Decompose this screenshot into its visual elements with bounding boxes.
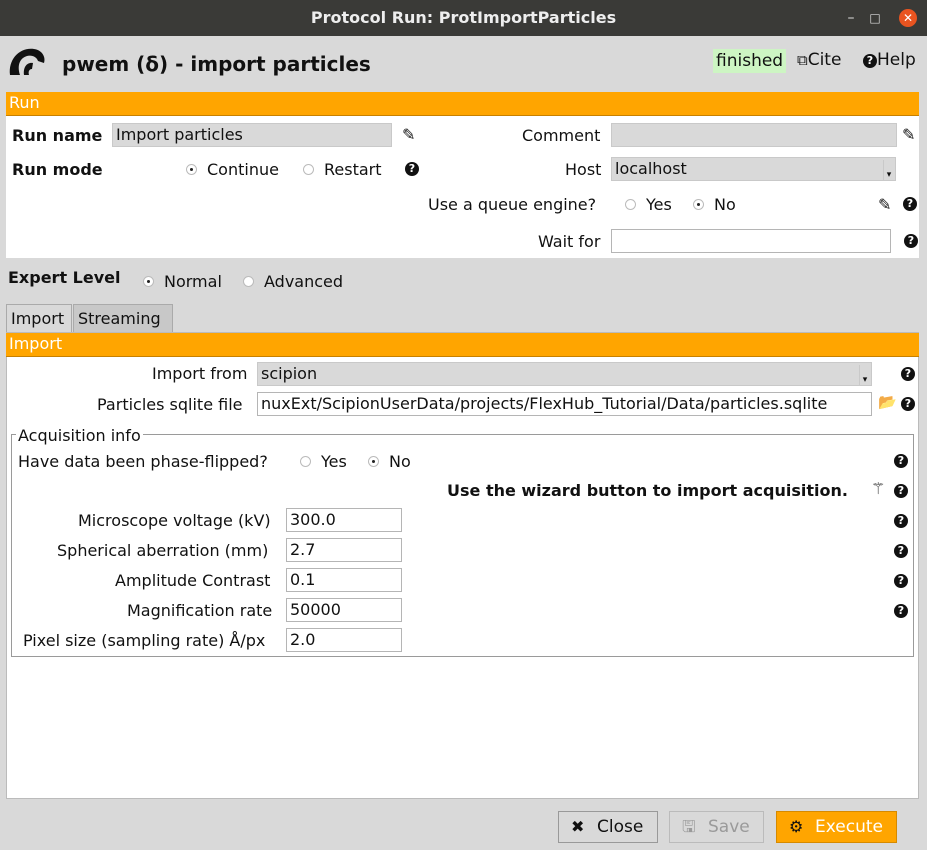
spherical-aberration-input[interactable]: 2.7 <box>286 538 402 562</box>
magnification-label: Magnification rate <box>127 601 273 620</box>
gears-icon: ⚙ <box>789 817 804 836</box>
minimize-icon[interactable]: – <box>842 9 860 27</box>
edit-run-name-icon[interactable]: ✎ <box>402 125 415 144</box>
amplitude-contrast-label: Amplitude Contrast <box>115 571 271 590</box>
host-label: Host <box>565 160 602 179</box>
phase-flipped-no-radio[interactable] <box>368 456 379 467</box>
wait-for-input[interactable] <box>611 229 891 253</box>
sqlite-help-icon[interactable]: ? <box>901 397 915 411</box>
queue-no-label: No <box>714 195 736 214</box>
magnification-input[interactable]: 50000 <box>286 598 402 622</box>
window-title: Protocol Run: ProtImportParticles <box>310 8 617 27</box>
import-section-title: Import <box>9 334 63 353</box>
import-from-dropdown-icon[interactable]: ▾ <box>859 365 870 385</box>
wait-for-label: Wait for <box>538 232 601 251</box>
sqlite-file-input[interactable]: nuxExt/ScipionUserData/projects/FlexHub_… <box>257 392 872 416</box>
voltage-input[interactable]: 300.0 <box>286 508 402 532</box>
run-mode-label: Run mode <box>12 160 103 179</box>
phase-flipped-no-label: No <box>389 452 411 471</box>
tab-import[interactable]: Import <box>6 304 72 332</box>
phase-flipped-yes-label: Yes <box>321 452 347 471</box>
amplitude-contrast-help-icon[interactable]: ? <box>894 574 908 588</box>
pixel-size-input[interactable]: 2.0 <box>286 628 402 652</box>
voltage-label: Microscope voltage (kV) <box>78 511 271 530</box>
protocol-header: pwem (δ) - import particles finished ⧉Ci… <box>0 36 927 90</box>
protocol-title: pwem (δ) - import particles <box>62 52 371 76</box>
queue-yes-radio[interactable] <box>625 199 636 210</box>
phase-flipped-yes-radio[interactable] <box>300 456 311 467</box>
run-mode-restart-radio[interactable] <box>303 164 314 175</box>
external-link-icon: ⧉ <box>797 51 808 69</box>
run-mode-help-icon[interactable]: ? <box>405 162 419 176</box>
tab-streaming-label: Streaming <box>78 309 161 328</box>
comment-label: Comment <box>522 126 601 145</box>
import-from-select[interactable]: scipion <box>257 362 872 386</box>
import-from-help-icon[interactable]: ? <box>901 367 915 381</box>
save-button[interactable]: 🖫 Save <box>669 811 764 843</box>
edit-queue-icon[interactable]: ✎ <box>878 195 891 214</box>
run-name-label: Run name <box>12 126 103 145</box>
comment-input[interactable] <box>611 123 897 147</box>
maximize-icon[interactable]: □ <box>866 9 884 27</box>
cite-label: Cite <box>807 50 842 70</box>
window-titlebar: Protocol Run: ProtImportParticles – □ ✕ <box>0 0 927 36</box>
import-from-value: scipion <box>261 364 318 383</box>
amplitude-contrast-input[interactable]: 0.1 <box>286 568 402 592</box>
close-window-icon[interactable]: ✕ <box>899 9 917 27</box>
scipion-logo-icon <box>9 48 45 75</box>
close-button-label: Close <box>597 817 644 837</box>
expert-normal-radio[interactable] <box>143 276 154 287</box>
phase-flipped-label: Have data been phase-flipped? <box>18 452 268 471</box>
edit-comment-icon[interactable]: ✎ <box>902 125 915 144</box>
host-dropdown-icon[interactable]: ▾ <box>883 160 894 180</box>
help-link[interactable]: ? Help <box>863 50 916 70</box>
run-section-title: Run <box>9 93 40 112</box>
execute-button-label: Execute <box>815 817 883 837</box>
tab-import-label: Import <box>11 309 65 328</box>
run-name-input[interactable]: Import particles <box>112 123 392 147</box>
host-value: localhost <box>615 159 687 178</box>
import-section-bar: Import <box>6 333 919 357</box>
queue-label: Use a queue engine? <box>428 195 597 214</box>
help-label: Help <box>877 50 916 70</box>
queue-help-icon[interactable]: ? <box>903 197 917 211</box>
host-select[interactable]: localhost <box>611 157 896 181</box>
cite-link[interactable]: ⧉Cite <box>797 50 841 70</box>
expert-advanced-radio[interactable] <box>243 276 254 287</box>
close-button[interactable]: ✖ Close <box>558 811 658 843</box>
wizard-help-icon[interactable]: ? <box>894 484 908 498</box>
folder-open-icon[interactable]: 📂 <box>878 393 897 411</box>
spherical-aberration-help-icon[interactable]: ? <box>894 544 908 558</box>
help-icon: ? <box>863 54 877 68</box>
sqlite-file-label: Particles sqlite file <box>97 395 243 414</box>
phase-flipped-help-icon[interactable]: ? <box>894 454 908 468</box>
tab-streaming[interactable]: Streaming <box>73 304 173 332</box>
run-section-bar: Run <box>6 92 919 116</box>
wizard-text: Use the wizard button to import acquisit… <box>447 481 848 500</box>
status-badge: finished <box>713 49 787 73</box>
acquisition-group-title: Acquisition info <box>16 426 143 445</box>
save-icon: 🖫 <box>682 817 696 836</box>
queue-yes-label: Yes <box>646 195 672 214</box>
run-mode-continue-radio[interactable] <box>186 164 197 175</box>
close-x-icon: ✖ <box>571 817 585 836</box>
run-mode-continue-label: Continue <box>207 160 279 179</box>
execute-button[interactable]: ⚙ Execute <box>776 811 897 843</box>
import-from-label: Import from <box>152 364 248 383</box>
expert-normal-label: Normal <box>164 272 222 291</box>
queue-no-radio[interactable] <box>693 199 704 210</box>
wait-for-help-icon[interactable]: ? <box>904 234 918 248</box>
save-button-label: Save <box>708 817 750 837</box>
magic-wand-icon[interactable]: ⚚ <box>871 479 885 498</box>
magnification-help-icon[interactable]: ? <box>894 604 908 618</box>
expert-advanced-label: Advanced <box>264 272 344 291</box>
spherical-aberration-label: Spherical aberration (mm) <box>57 541 269 560</box>
run-mode-restart-label: Restart <box>324 160 382 179</box>
voltage-help-icon[interactable]: ? <box>894 514 908 528</box>
pixel-size-label: Pixel size (sampling rate) Å/px <box>23 631 266 650</box>
expert-level-label: Expert Level <box>8 268 121 287</box>
